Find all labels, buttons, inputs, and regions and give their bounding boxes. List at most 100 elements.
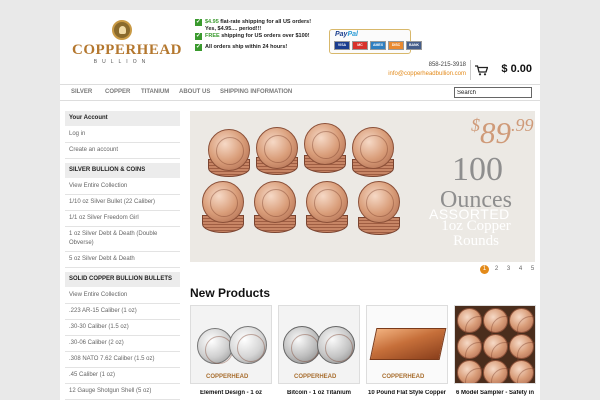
product-card[interactable]: COPPERHEAD Element Design - 1 oz [190,305,272,396]
product-watermark: COPPERHEAD [382,374,425,380]
nav-item-silver[interactable]: SILVER [71,89,92,95]
coin-image [283,326,321,364]
new-products-title: New Products [190,286,271,300]
nav-item-about-us[interactable]: ABOUT US [179,89,210,95]
paypal-pal-text: Pal [347,31,358,38]
coin-image [457,334,493,370]
phone-number: 858-215-3918 [428,62,466,68]
sidebar-item-copper[interactable]: View Entire Collection [65,288,180,304]
promo-text: shipping for US orders over $100! [221,33,310,39]
product-name[interactable]: Element Design - 1 oz [190,390,272,396]
sidebar-item-copper[interactable]: .30-30 Caliber (1.5 oz) [65,320,180,336]
promo-free: FREE [205,33,220,39]
sidebar-item-copper[interactable]: .45 Caliber (1 oz) [65,368,180,384]
product-image[interactable] [454,305,536,384]
coin-image [197,328,233,364]
copperhead-logo[interactable]: COPPERHEAD BULLION [72,20,182,66]
slider-product: 1oz Copper Rounds [416,219,535,249]
coin-image [483,308,519,344]
card-logos: VISA MC AMEX DISC BANK [334,41,422,50]
coin-image [457,360,493,383]
slider-page-1[interactable]: 1 [480,265,489,274]
promo-price: $4.95 [205,19,219,25]
amex-icon: AMEX [370,41,386,50]
cart-icon[interactable] [475,65,488,76]
sidebar-heading-account: Your Account [65,111,180,126]
promo-line: Yes, $4.95.... period!!! [195,26,330,33]
coin-image [457,308,493,344]
coin-image [208,129,250,171]
slider-price: $89.99 [471,115,534,151]
main-nav: SILVER COPPER TITANIUM ABOUT US SHIPPING… [60,84,540,101]
paypal-pay-text: Pay [335,31,348,38]
product-name[interactable]: 6 Model Sampler - Safety in [454,390,536,396]
paypal-logo: PayPal [335,31,358,38]
product-watermark: COPPERHEAD [294,374,337,380]
coin-image [202,181,244,223]
promo-text: flat-rate shipping for all US orders! [220,19,312,25]
coin-image [509,308,535,344]
promo-text: Yes, $4.95.... period!!! [205,26,262,32]
coin-image [229,326,267,364]
logo-subtext: BULLION [93,59,151,65]
promo-line: ✓ All orders ship within 24 hours! [195,44,330,51]
coin-image [254,181,296,223]
sidebar-item-copper[interactable]: 12 Gauge Shotgun Shell (5 oz) [65,384,180,400]
sidebar-item-silver[interactable]: 1 oz Silver Debt & Death (Double Obverse… [65,227,180,252]
cart-total[interactable]: $ 0.00 [501,63,532,75]
nav-item-copper[interactable]: COPPER [105,89,130,95]
price-main: 89 [480,115,511,150]
product-image[interactable]: COPPERHEAD [278,305,360,384]
sidebar-item-copper[interactable]: .30-06 Caliber (2 oz) [65,336,180,352]
product-card[interactable]: 6 Model Sampler - Safety in [454,305,536,396]
product-name[interactable]: 10 Pound Flat Style Copper [366,390,448,396]
slider-pagination: 1 2 3 4 5 6 [480,265,540,274]
product-watermark: COPPERHEAD [206,374,249,380]
coin-image [358,181,400,223]
visa-icon: VISA [334,41,350,50]
promo-slider[interactable]: $89.99 100 Ounces ASSORTED 1oz Copper Ro… [190,111,535,262]
slider-quantity: 100 [452,151,503,188]
product-card[interactable]: COPPERHEAD 10 Pound Flat Style Copper [366,305,448,396]
sidebar-item-create-account[interactable]: Create an account [65,143,180,159]
promo-line: ✓ $4.95 flat-rate shipping for all US or… [195,19,330,26]
sidebar-item-silver[interactable]: 5 oz Silver Debt & Death [65,252,180,268]
sidebar-heading-silver: SILVER BULLION & COINS [65,163,180,178]
promo-line: ✓ FREE shipping for US orders over $100! [195,33,330,40]
sidebar-item-silver[interactable]: 1/1 oz Silver Freedom Girl [65,211,180,227]
slider-page-4[interactable]: 4 [516,265,525,274]
checkmark-icon: ✓ [195,44,202,51]
slider-page-2[interactable]: 2 [492,265,501,274]
email-link[interactable]: info@copperheadbullion.com [388,71,466,77]
product-card[interactable]: COPPERHEAD Bitcoin - 1 oz Titanium [278,305,360,396]
page: COPPERHEAD BULLION ✓ $4.95 flat-rate shi… [60,10,540,400]
search-input[interactable] [454,87,532,98]
nav-item-titanium[interactable]: TITANIUM [141,89,169,95]
product-image[interactable]: COPPERHEAD [366,305,448,384]
sidebar: Your Account Log in Create an account SI… [65,111,180,400]
sidebar-item-silver[interactable]: View Entire Collection [65,179,180,195]
sidebar-item-copper[interactable]: .308 NATO 7.62 Caliber (1.5 oz) [65,352,180,368]
sidebar-item-copper[interactable]: .223 AR-15 Caliber (1 oz) [65,304,180,320]
copper-bar-image [369,328,447,360]
bank-icon: BANK [406,41,422,50]
coin-image [483,334,519,370]
slider-page-5[interactable]: 5 [528,265,537,274]
mastercard-icon: MC [352,41,368,50]
slider-page-3[interactable]: 3 [504,265,513,274]
sidebar-item-login[interactable]: Log in [65,127,180,143]
sidebar-item-silver[interactable]: 1/10 oz Silver Bullet (22 Caliber) [65,195,180,211]
product-image[interactable]: COPPERHEAD [190,305,272,384]
coin-image [352,127,394,169]
coin-image [306,181,348,223]
nav-item-shipping-information[interactable]: SHIPPING INFORMATION [220,89,292,95]
checkmark-icon: ✓ [195,19,202,26]
paypal-badge: PayPal VISA MC AMEX DISC BANK [329,29,422,54]
coin-image [483,360,519,383]
divider [470,60,471,80]
product-name[interactable]: Bitcoin - 1 oz Titanium [278,390,360,396]
checkmark-icon: ✓ [195,33,202,40]
logo-text: COPPERHEAD [72,42,182,58]
price-dollar: $ [471,115,480,135]
shipping-promo: ✓ $4.95 flat-rate shipping for all US or… [195,19,330,51]
